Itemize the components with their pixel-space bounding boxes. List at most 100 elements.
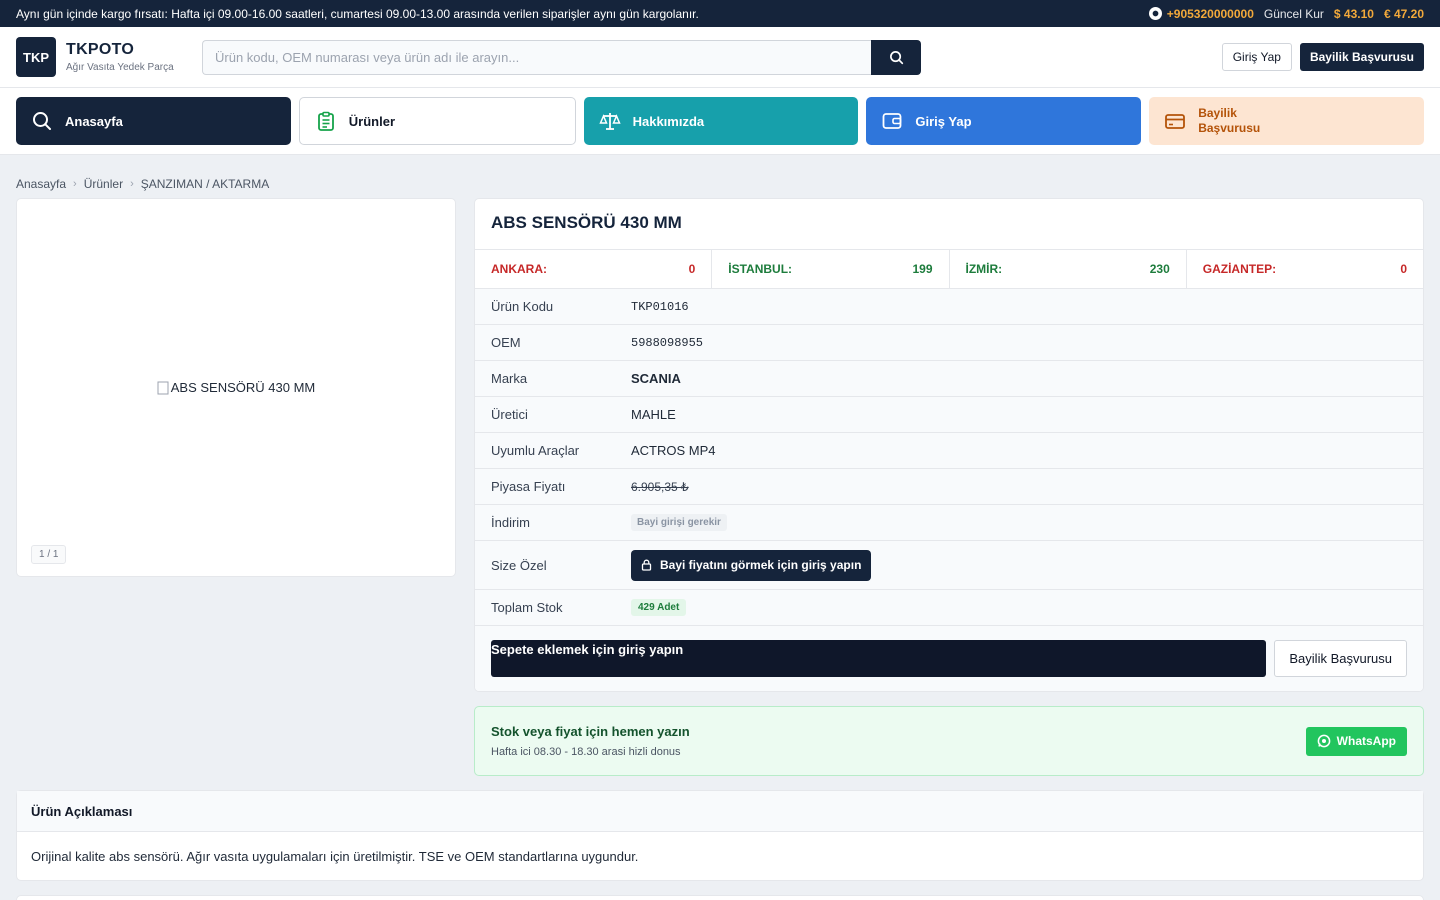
breadcrumb-products[interactable]: Ürünler bbox=[84, 177, 123, 191]
spec-label: Üretici bbox=[491, 407, 528, 422]
nav-dealer-label: Bayilik Başvurusu bbox=[1198, 106, 1260, 136]
whatsapp-button[interactable]: WhatsApp bbox=[1305, 726, 1407, 756]
nav-about-label: Hakkımızda bbox=[632, 113, 705, 129]
search-button[interactable] bbox=[871, 39, 921, 75]
stock-qty: 0 bbox=[688, 262, 696, 276]
product-image-alt: ABS SENSÖRÜ 430 MM bbox=[170, 380, 316, 395]
nav-login[interactable]: Giriş Yap bbox=[866, 97, 1142, 145]
warehouse-stock-row: ANKARA: 0 İSTANBUL: 199 İZMİR: 230 GAZİA… bbox=[475, 250, 1423, 289]
next-section-card bbox=[16, 895, 1424, 900]
spec-label: OEM bbox=[491, 335, 521, 350]
chevron-right-icon: › bbox=[130, 178, 134, 190]
usd-rate: $ 43.10 bbox=[1333, 6, 1374, 21]
dealer-application-button[interactable]: Bayilik Başvurusu bbox=[1299, 43, 1424, 71]
product-detail: ABS SENSÖRÜ 430 MM ANKARA: 0 İSTANBUL: 1… bbox=[474, 198, 1424, 776]
nav-dealer-application[interactable]: Bayilik Başvurusu bbox=[1149, 97, 1424, 145]
product-code: TKP01016 bbox=[631, 299, 689, 314]
credit-card-icon bbox=[1164, 110, 1186, 132]
nav-home-label: Anasayfa bbox=[65, 113, 123, 129]
nav-home[interactable]: Anasayfa bbox=[16, 97, 291, 145]
stock-ankara: ANKARA: 0 bbox=[475, 250, 713, 288]
breadcrumb: Anasayfa › Ürünler › ŞANZIMAN / AKTARMA bbox=[0, 155, 1440, 198]
stock-city: GAZİANTEP: bbox=[1202, 262, 1277, 276]
phone-number: +905320000000 bbox=[1166, 6, 1254, 21]
spec-label: Uyumlu Araçlar bbox=[491, 443, 580, 458]
whatsapp-icon bbox=[1148, 7, 1162, 20]
nav-dealer-label-line1: Bayilik bbox=[1198, 106, 1237, 120]
login-button[interactable]: Giriş Yap bbox=[1221, 43, 1292, 71]
search-bar bbox=[202, 39, 921, 75]
stock-city: ANKARA: bbox=[491, 262, 547, 276]
spec-row-discount: İndirim Bayi girişi gerekir bbox=[475, 505, 1423, 541]
contact-hours: Hafta ici 08.30 - 18.30 arasi hizli donu… bbox=[491, 746, 681, 758]
chevron-right-icon: › bbox=[73, 178, 77, 190]
spec-label: Ürün Kodu bbox=[491, 299, 554, 314]
top-announcement-bar: Aynı gün içinde kargo fırsatı: Hafta içi… bbox=[0, 0, 1440, 27]
nav-dealer-label-line2: Başvurusu bbox=[1198, 121, 1261, 135]
spec-row-total-stock: Toplam Stok 429 Adet bbox=[475, 590, 1423, 626]
spec-row-market-price: Piyasa Fiyatı 6.905,35 ₺ bbox=[475, 469, 1423, 505]
phone-link[interactable]: +905320000000 bbox=[1148, 6, 1254, 21]
spec-row-compatible: Uyumlu Araçlar ACTROS MP4 bbox=[475, 433, 1423, 469]
stock-istanbul: İSTANBUL: 199 bbox=[712, 250, 950, 288]
search-icon bbox=[889, 50, 903, 64]
cart-actions: Sepete eklemek için giriş yapın Bayilik … bbox=[475, 626, 1423, 691]
nav-login-label: Giriş Yap bbox=[915, 113, 972, 129]
nav-products[interactable]: Ürünler bbox=[298, 97, 576, 145]
spec-row-brand: Marka SCANIA bbox=[475, 361, 1423, 397]
search-input[interactable] bbox=[202, 39, 871, 75]
breadcrumb-category[interactable]: ŞANZIMAN / AKTARMA bbox=[141, 177, 269, 191]
stock-gaziantep: GAZİANTEP: 0 bbox=[1187, 250, 1423, 288]
total-stock-badge: 429 Adet bbox=[631, 599, 687, 616]
stock-city: İSTANBUL: bbox=[728, 262, 793, 276]
clipboard-icon bbox=[315, 110, 337, 132]
product-gallery: ABS SENSÖRÜ 430 MM 1 / 1 bbox=[16, 198, 456, 577]
spec-row-code: Ürün Kodu TKP01016 bbox=[475, 289, 1423, 325]
spec-label: Size Özel bbox=[491, 557, 547, 573]
product-info-card: ABS SENSÖRÜ 430 MM ANKARA: 0 İSTANBUL: 1… bbox=[474, 198, 1424, 692]
brand-tagline: Ağır Vasıta Yedek Parça bbox=[66, 62, 174, 73]
brand-value: SCANIA bbox=[631, 371, 681, 386]
oem-number: 5988098955 bbox=[631, 335, 704, 350]
header-actions: Giriş Yap Bayilik Başvurusu bbox=[1221, 43, 1424, 71]
spec-row-special-price: Size Özel Bayi fiyatını görmek için giri… bbox=[475, 541, 1423, 590]
nav-about[interactable]: Hakkımızda bbox=[583, 97, 859, 145]
breadcrumb-home[interactable]: Anasayfa bbox=[16, 177, 66, 191]
search-icon bbox=[31, 110, 53, 132]
site-logo[interactable]: TKP TKPOTO Ağır Vasıta Yedek Parça bbox=[16, 37, 202, 77]
whatsapp-label: WhatsApp bbox=[1336, 734, 1396, 748]
spec-label: Piyasa Fiyatı bbox=[491, 479, 566, 494]
stock-izmir: İZMİR: 230 bbox=[950, 250, 1187, 288]
discount-badge: Bayi girişi gerekir bbox=[631, 514, 727, 531]
contact-heading: Stok veya fiyat için hemen yazın bbox=[491, 724, 690, 739]
stock-city: İZMİR: bbox=[965, 262, 1003, 276]
spec-label: Toplam Stok bbox=[491, 600, 563, 615]
dealer-price-login-button[interactable]: Bayi fiyatını görmek için giriş yapın bbox=[631, 549, 872, 581]
main-navigation: Anasayfa Ürünler Hakkımızda Giriş Yap Ba… bbox=[0, 88, 1440, 155]
wallet-icon bbox=[881, 110, 903, 132]
product-description: Ürün Açıklaması Orijinal kalite abs sens… bbox=[16, 790, 1424, 881]
topbar-right: +905320000000 Güncel Kur $ 43.10 € 47.20 bbox=[1148, 6, 1424, 21]
scale-icon bbox=[598, 110, 621, 132]
dealer-application-button-secondary[interactable]: Bayilik Başvurusu bbox=[1274, 640, 1407, 677]
product-title: ABS SENSÖRÜ 430 MM bbox=[475, 199, 1423, 250]
stock-qty: 199 bbox=[912, 262, 933, 276]
stock-qty: 0 bbox=[1400, 262, 1407, 276]
exchange-rates-label: Güncel Kur bbox=[1263, 6, 1324, 21]
brand-name: TKPOTO bbox=[66, 41, 135, 58]
maker-value: MAHLE bbox=[631, 407, 676, 422]
add-to-cart-login-button[interactable]: Sepete eklemek için giriş yapın bbox=[491, 640, 1267, 677]
nav-products-label: Ürünler bbox=[348, 113, 396, 129]
spec-label: İndirim bbox=[491, 515, 531, 530]
logo-mark: TKP bbox=[16, 37, 56, 77]
market-price: 6.905,35 ₺ bbox=[631, 479, 689, 494]
dealer-price-login-label: Bayi fiyatını görmek için giriş yapın bbox=[660, 558, 862, 572]
description-body: Orijinal kalite abs sensörü. Ağır vasıta… bbox=[31, 848, 639, 864]
eur-rate: € 47.20 bbox=[1383, 6, 1424, 21]
whatsapp-icon bbox=[1317, 734, 1331, 748]
product-image[interactable]: ABS SENSÖRÜ 430 MM bbox=[157, 380, 316, 395]
description-heading: Ürün Açıklaması bbox=[17, 791, 1423, 832]
image-counter: 1 / 1 bbox=[31, 545, 67, 564]
shipping-notice: Aynı gün içinde kargo fırsatı: Hafta içi… bbox=[16, 6, 699, 21]
spec-row-maker: Üretici MAHLE bbox=[475, 397, 1423, 433]
